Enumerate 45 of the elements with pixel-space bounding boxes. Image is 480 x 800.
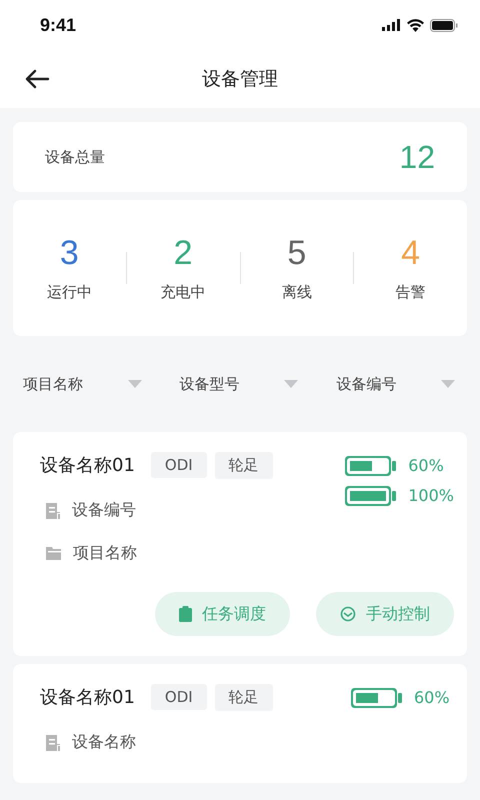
battery-icon <box>345 486 396 506</box>
device-tag: 轮足 <box>214 684 273 710</box>
filter-label: 设备编号 <box>336 374 396 394</box>
device-name: 设备名称01 <box>40 686 135 709</box>
stat-label: 离线 <box>282 283 312 302</box>
device-tag: 轮足 <box>214 452 273 478</box>
battery-reading: 60% <box>408 456 445 476</box>
steering-wheel-icon <box>340 606 356 622</box>
filter-label: 项目名称 <box>23 374 83 394</box>
caret-icon <box>284 380 298 388</box>
status-time: 9:41 <box>40 14 76 36</box>
battery-reading: 100% <box>408 486 454 506</box>
filter-dropdown[interactable]: 设备型号 <box>162 374 318 394</box>
clipboard-icon <box>179 606 192 622</box>
stat-label: 运行中 <box>46 283 92 302</box>
battery-reading: 60% <box>414 688 451 708</box>
stat-label: 充电中 <box>160 283 206 302</box>
signal-icon <box>382 19 401 31</box>
filter-dropdown[interactable]: 设备编号 <box>318 374 476 394</box>
stat-value: 2 <box>174 234 193 273</box>
battery-icon <box>345 456 396 476</box>
caret-icon <box>441 380 456 388</box>
total-value: 12 <box>399 138 435 176</box>
document-icon <box>46 502 60 518</box>
battery-status-icon <box>430 18 458 32</box>
back-icon[interactable] <box>24 69 50 89</box>
stat-value: 4 <box>401 234 420 273</box>
filter-dropdown[interactable]: 项目名称 <box>5 374 162 394</box>
stat-value: 5 <box>287 234 306 273</box>
folder-icon <box>46 547 61 560</box>
wifi-icon <box>407 18 424 32</box>
caret-icon <box>128 380 142 388</box>
battery-icon <box>351 688 402 708</box>
total-label: 设备总量 <box>45 148 105 166</box>
stat-value: 3 <box>60 234 79 273</box>
filter-label: 设备型号 <box>180 374 240 394</box>
stat-label: 告警 <box>396 283 426 302</box>
page-title: 设备管理 <box>202 67 278 92</box>
detail-text: 设备编号 <box>72 500 136 521</box>
device-name: 设备名称01 <box>40 454 135 477</box>
device-tag: ODI <box>150 684 207 710</box>
detail-text: 项目名称 <box>73 543 137 564</box>
detail-text: 设备名称 <box>72 732 136 753</box>
document-icon <box>46 734 60 750</box>
device-tag: ODI <box>150 452 207 478</box>
